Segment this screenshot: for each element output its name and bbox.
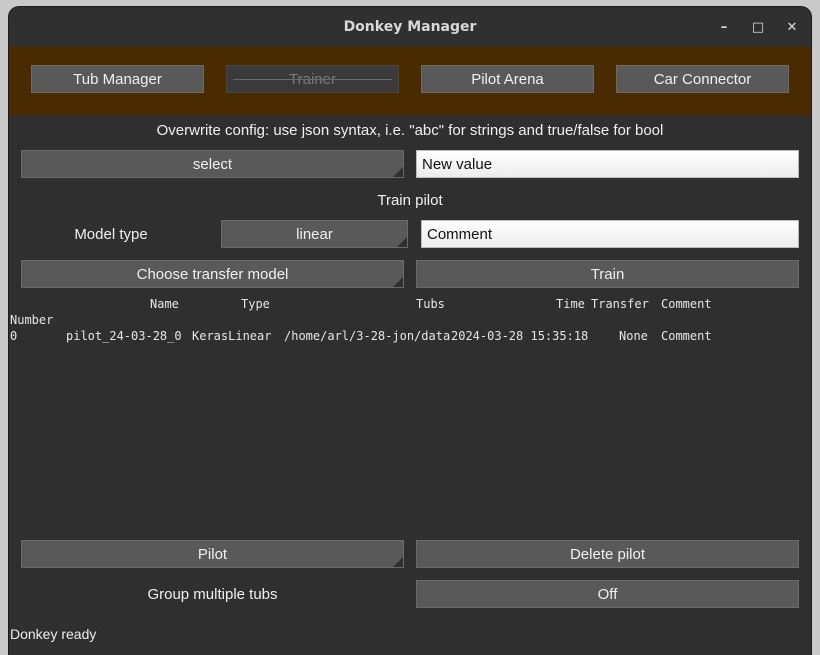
maximize-icon[interactable]: □ — [748, 17, 768, 37]
tab-trainer[interactable]: Trainer — [226, 65, 399, 93]
tab-label: Car Connector — [653, 70, 752, 88]
row-type: KerasLinear — [192, 329, 272, 343]
title-bar[interactable]: Donkey Manager – □ ✕ — [9, 7, 811, 47]
input-value: New value — [422, 155, 493, 173]
button-label: Delete pilot — [569, 545, 646, 563]
choose-transfer-model-dropdown[interactable]: Choose transfer model — [21, 260, 404, 288]
tab-label: Tub Manager — [73, 70, 162, 88]
column-header-type: Type — [241, 297, 270, 311]
window-title: Donkey Manager — [343, 19, 477, 35]
config-hint: Overwrite config: use json syntax, i.e. … — [156, 121, 664, 139]
close-icon[interactable]: ✕ — [782, 17, 802, 37]
pilot-table: Name Type Tubs Time Transfer Comment Num… — [9, 295, 811, 535]
group-tubs-toggle[interactable]: Off — [416, 580, 799, 608]
app-window: Donkey Manager – □ ✕ Tub Manager Trainer… — [9, 7, 811, 655]
status-bar-text: Donkey ready — [10, 626, 97, 642]
row-tubs: /home/arl/3-28-jon/data — [284, 329, 451, 343]
row-comment: Comment — [661, 329, 712, 343]
row-time: 2024-03-28 15:35:18 — [451, 329, 589, 343]
model-type-dropdown[interactable]: linear — [221, 220, 408, 248]
group-multiple-tubs-label: Group multiple tubs — [147, 585, 278, 603]
dropdown-label: Pilot — [197, 545, 228, 563]
train-pilot-heading: Train pilot — [377, 191, 443, 209]
minimize-icon[interactable]: – — [714, 17, 734, 37]
pilot-dropdown[interactable]: Pilot — [21, 540, 404, 568]
index-header: Number — [10, 313, 54, 327]
row-transfer: None — [619, 329, 648, 343]
button-label: Train — [590, 265, 625, 283]
disabled-strike — [233, 79, 392, 80]
tab-label: Pilot Arena — [471, 70, 544, 88]
column-header-transfer: Transfer — [591, 297, 649, 311]
dropdown-label: linear — [296, 225, 333, 243]
dropdown-label: select — [192, 155, 233, 173]
config-value-input[interactable]: New value — [416, 150, 799, 178]
tab-pilot-arena[interactable]: Pilot Arena — [421, 65, 594, 93]
tab-bar: Tub Manager Trainer Pilot Arena Car Conn… — [9, 47, 811, 115]
column-header-comment: Comment — [661, 297, 712, 311]
column-header-tubs: Tubs — [416, 297, 445, 311]
tab-car-connector[interactable]: Car Connector — [616, 65, 789, 93]
comment-input[interactable]: Comment — [421, 220, 799, 248]
row-name: pilot_24-03-28_0 — [66, 329, 182, 343]
model-type-label: Model type — [74, 225, 148, 243]
column-header-time: Time — [556, 297, 585, 311]
delete-pilot-button[interactable]: Delete pilot — [416, 540, 799, 568]
input-value: Comment — [427, 225, 493, 243]
column-header-name: Name — [150, 297, 179, 311]
train-button[interactable]: Train — [416, 260, 799, 288]
toggle-label: Off — [597, 585, 618, 603]
dropdown-label: Choose transfer model — [136, 265, 289, 283]
config-select-dropdown[interactable]: select — [21, 150, 404, 178]
row-number: 0 — [10, 329, 18, 343]
tab-tub-manager[interactable]: Tub Manager — [31, 65, 204, 93]
